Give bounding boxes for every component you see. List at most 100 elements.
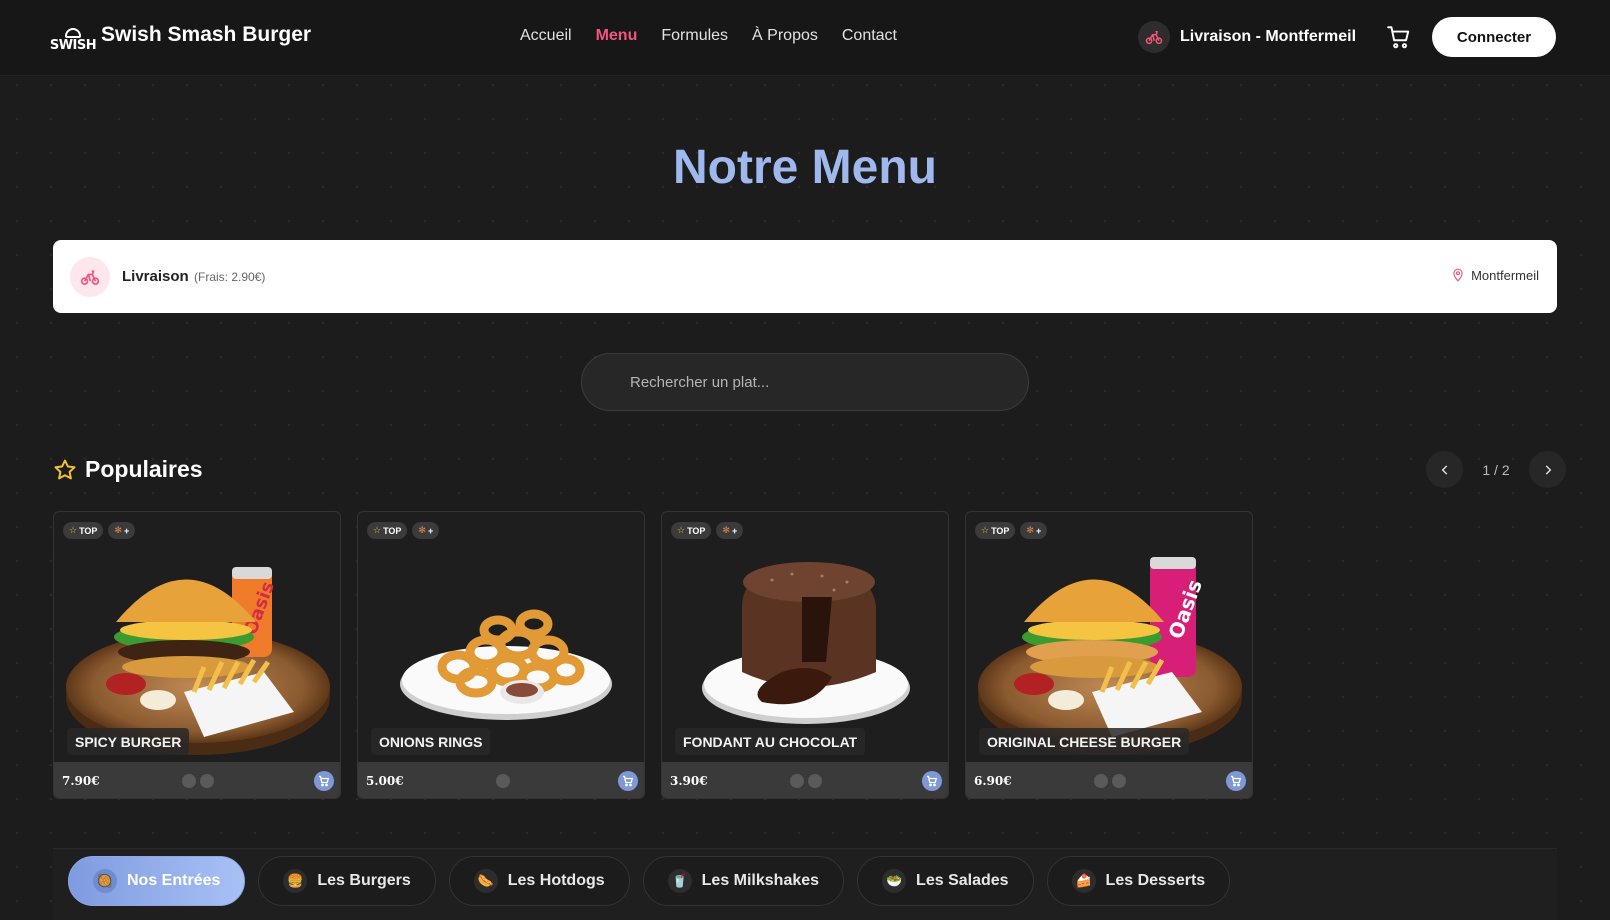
- star-icon: [54, 459, 76, 479]
- category-tab-entrees[interactable]: 🥘 Nos Entrées: [68, 856, 246, 906]
- nav-link-contact[interactable]: Contact: [842, 27, 897, 45]
- category-label: Les Salades: [916, 872, 1009, 889]
- product-card[interactable]: Oasis ☆ TOP ✻ + ORIGINAL CHEESE BURGER 6.9…: [965, 511, 1253, 799]
- card-footer: 7.90€: [54, 762, 340, 798]
- card-footer: 5.00€: [358, 762, 644, 798]
- add-to-cart-button[interactable]: [314, 771, 334, 791]
- category-tab-desserts[interactable]: 🍰 Les Desserts: [1046, 856, 1231, 906]
- category-tab-burgers[interactable]: 🍔 Les Burgers: [258, 856, 436, 906]
- nav-link-menu[interactable]: Menu: [596, 27, 638, 45]
- category-bar: 🥘 Nos Entrées 🍔 Les Burgers 🌭 Les Hotdog…: [53, 848, 1557, 920]
- category-list: 🥘 Nos Entrées 🍔 Les Burgers 🌭 Les Hotdog…: [68, 856, 1231, 906]
- delivery-mode-chip[interactable]: Livraison - Montfermeil: [1138, 21, 1356, 53]
- spice-icon: [496, 774, 510, 788]
- spice-icon: [200, 774, 214, 788]
- delivery-info-bar[interactable]: Livraison (Frais: 2.90€) Montfermeil: [53, 240, 1557, 313]
- product-price: 7.90€: [62, 774, 100, 788]
- product-card[interactable]: ☆ TOP ✻ + ONIONS RINGS 5.00€: [357, 511, 645, 799]
- location-pin-icon: [1453, 268, 1463, 282]
- bike-icon: [1138, 21, 1170, 53]
- starter-icon: 🥘: [93, 869, 117, 893]
- dessert-icon: 🍰: [1071, 869, 1096, 893]
- top-badge: ☆ TOP: [63, 522, 104, 539]
- card-footer: 3.90€: [662, 762, 948, 798]
- product-name: FONDANT AU CHOCOLAT: [675, 728, 866, 755]
- category-label: Les Hotdogs: [507, 872, 605, 889]
- chevron-left-icon: [1441, 464, 1447, 475]
- nav-link-accueil[interactable]: Accueil: [520, 27, 572, 45]
- wheat-icon: ✻: [418, 525, 426, 535]
- top-navbar: SWISH Swish Smash Burger Accueil Menu Fo…: [0, 0, 1610, 76]
- wheat-icon: [790, 774, 804, 788]
- nav-link-a-propos[interactable]: À Propos: [752, 27, 818, 45]
- wheat-icon: [1094, 774, 1108, 788]
- milkshake-icon: 🥤: [667, 869, 692, 893]
- nav-link-formules[interactable]: Formules: [661, 27, 728, 45]
- delivery-mode-label: Livraison - Montfermeil: [1180, 28, 1357, 45]
- popular-pager: 1 / 2: [1426, 451, 1566, 488]
- bike-icon: [70, 257, 110, 297]
- burger-icon: 🍔: [283, 869, 308, 893]
- star-icon: ☆: [677, 525, 686, 535]
- cart-icon: [1231, 775, 1242, 787]
- allergen-badge: ✻ +: [412, 522, 440, 539]
- product-price: 6.90€: [974, 774, 1012, 788]
- wheat-icon: ✻: [114, 525, 122, 535]
- cart-icon: [319, 775, 330, 787]
- product-card[interactable]: ☆ TOP ✻ + FONDANT AU CHOCOLAT 3.90€: [661, 511, 949, 799]
- card-badges: ☆ TOP ✻ +: [367, 522, 440, 539]
- card-badges: ☆ TOP ✻ +: [63, 522, 136, 539]
- top-badge: ☆ TOP: [671, 522, 712, 539]
- chevron-right-icon: [1545, 464, 1551, 475]
- category-tab-milkshakes[interactable]: 🥤 Les Milkshakes: [642, 856, 845, 906]
- next-page-button[interactable]: [1529, 451, 1566, 488]
- page-title: Notre Menu: [673, 141, 937, 194]
- delivery-city-label: Montfermeil: [1471, 267, 1539, 283]
- connect-button[interactable]: Connecter: [1432, 17, 1556, 57]
- hotdog-icon: 🌭: [473, 869, 498, 893]
- category-label: Nos Entrées: [127, 872, 221, 889]
- delivery-mode: Livraison: [122, 268, 189, 285]
- burger-menu-with-orange-can-image: Oasis: [66, 567, 330, 755]
- allergen-badge: ✻ +: [108, 522, 136, 539]
- allergen-badge: ✻ +: [716, 522, 744, 539]
- burger-menu-with-pink-can-image: Oasis: [978, 557, 1242, 755]
- brand-logo-text: SWISH: [49, 38, 97, 53]
- product-card[interactable]: Oasis ☆ TOP ✻ + SPICY BURGER 7.90€: [53, 511, 341, 799]
- category-label: Les Burgers: [317, 872, 411, 889]
- chocolate-lava-cake-image: [702, 562, 910, 724]
- card-badges: ☆ TOP ✻ +: [975, 522, 1048, 539]
- product-name: ONIONS RINGS: [371, 728, 491, 755]
- star-icon: ☆: [373, 525, 382, 535]
- star-icon: ☆: [981, 525, 990, 535]
- product-price: 5.00€: [366, 774, 404, 788]
- star-icon: ☆: [69, 525, 78, 535]
- popular-header: Populaires: [53, 456, 203, 483]
- category-label: Les Desserts: [1105, 872, 1206, 889]
- product-name: SPICY BURGER: [67, 728, 190, 755]
- onion-rings-plate-image: [400, 609, 612, 720]
- burger-logo-icon: [65, 28, 81, 38]
- wheat-icon: ✻: [1026, 525, 1034, 535]
- spice-icon: [1112, 774, 1126, 788]
- product-name: ORIGINAL CHEESE BURGER: [979, 728, 1190, 755]
- main-nav: Accueil Menu Formules À Propos Contact: [520, 27, 897, 45]
- delivery-fee: (Frais: 2.90€): [194, 270, 266, 284]
- top-badge: ☆ TOP: [367, 522, 408, 539]
- spice-icon: [808, 774, 822, 788]
- allergen-badge: ✻ +: [1020, 522, 1048, 539]
- prev-page-button[interactable]: [1426, 451, 1463, 488]
- add-to-cart-button[interactable]: [922, 771, 942, 791]
- cart-icon[interactable]: [1386, 24, 1412, 50]
- brand[interactable]: SWISH Swish Smash Burger: [49, 17, 311, 53]
- add-to-cart-button[interactable]: [618, 771, 638, 791]
- category-tab-hotdogs[interactable]: 🌭 Les Hotdogs: [448, 856, 630, 906]
- delivery-city: Montfermeil: [1451, 267, 1539, 283]
- wheat-icon: ✻: [722, 525, 730, 535]
- salad-icon: 🥗: [882, 869, 907, 893]
- category-tab-salades[interactable]: 🥗 Les Salades: [857, 856, 1034, 906]
- add-to-cart-button[interactable]: [1226, 771, 1246, 791]
- page-indicator: 1 / 2: [1482, 461, 1510, 478]
- brand-logo: SWISH: [49, 17, 97, 53]
- search-input[interactable]: [581, 353, 1029, 411]
